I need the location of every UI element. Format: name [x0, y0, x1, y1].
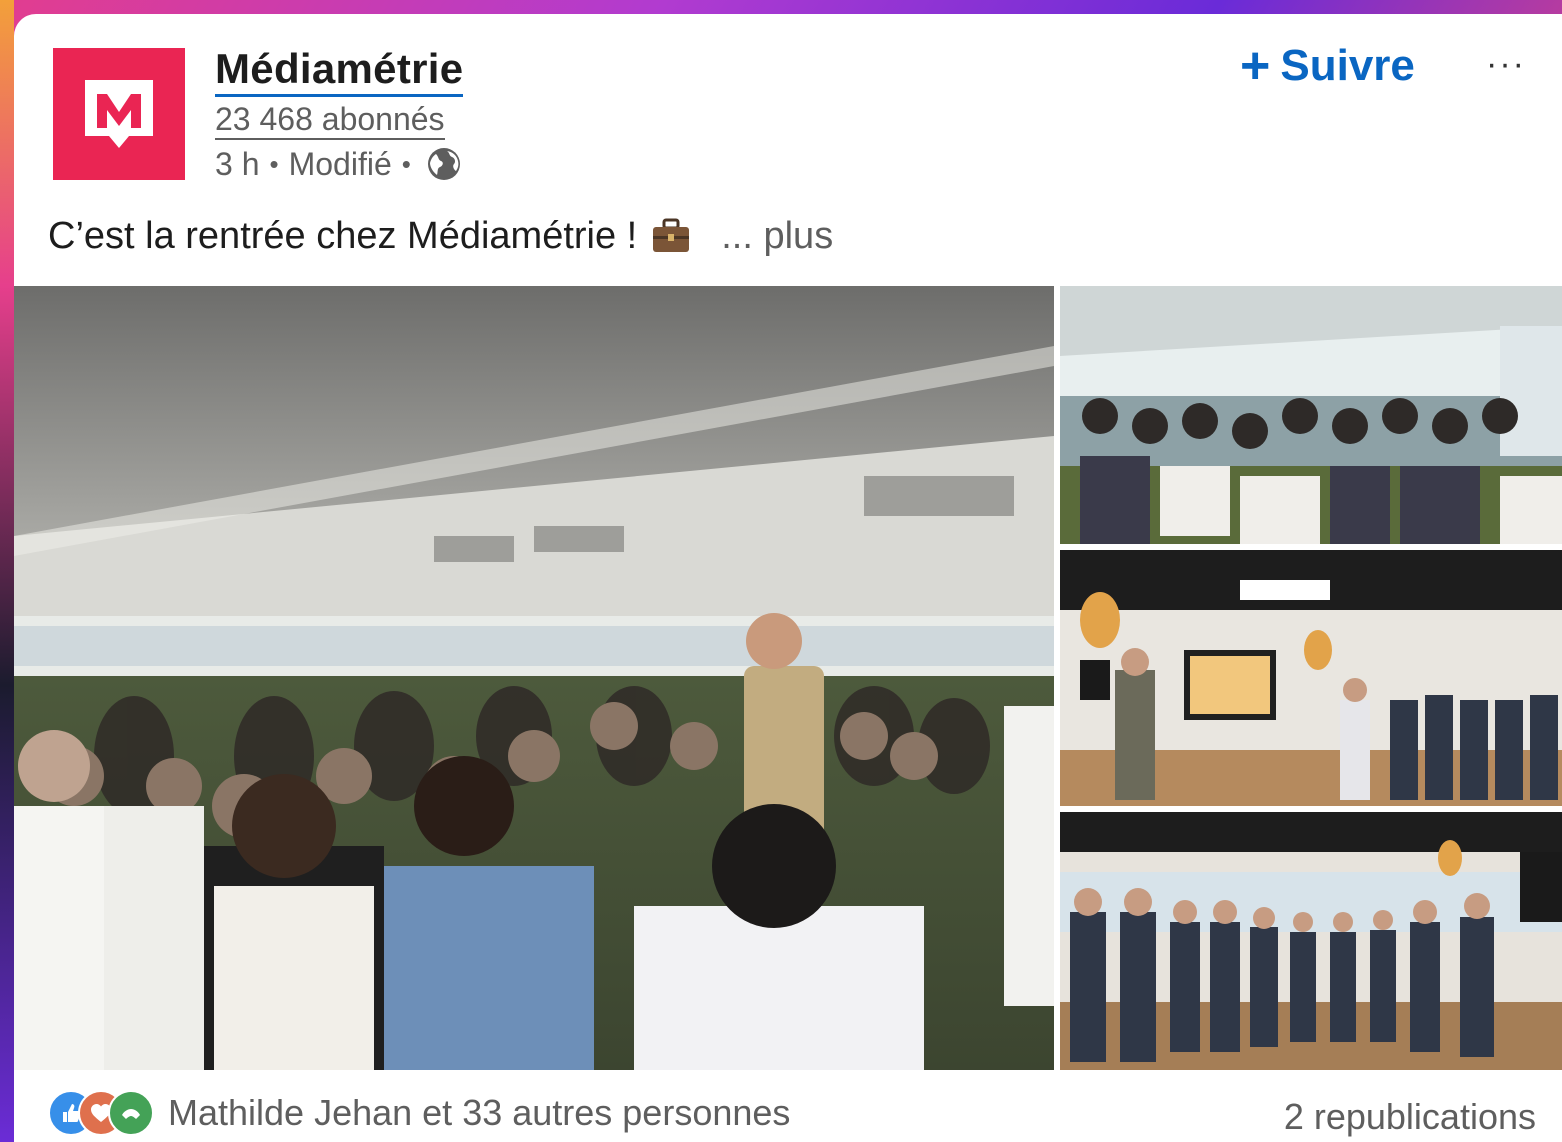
separator-dot: • [401, 149, 411, 179]
social-counts-bar: Mathilde Jehan et 33 autres personnes 2 … [14, 1070, 1562, 1142]
post-image-3[interactable] [1060, 812, 1562, 1070]
plus-icon: + [1240, 37, 1271, 95]
author-name[interactable]: Médiamétrie [215, 44, 464, 97]
see-more-link[interactable]: ... plus [721, 212, 833, 260]
follow-label: Suivre [1280, 41, 1415, 90]
photo-audience-main [14, 286, 1054, 1070]
reactions-text: Mathilde Jehan et 33 autres personnes [168, 1092, 791, 1133]
follow-button[interactable]: + Suivre [1240, 38, 1415, 94]
support-icon [108, 1090, 154, 1136]
briefcase-icon [653, 218, 690, 252]
post-meta: 3 h • Modifié • [215, 144, 463, 184]
photo-audience-seated [1060, 286, 1562, 544]
photo-standing-group [1060, 812, 1562, 1070]
reposts-count[interactable]: 2 republications [1284, 1096, 1536, 1138]
reaction-icons [48, 1090, 158, 1136]
mediametrie-logo-icon [85, 80, 153, 148]
reactions-summary[interactable]: Mathilde Jehan et 33 autres personnes [48, 1090, 790, 1136]
post-text: C’est la rentrée chez Médiamétrie ! ... … [48, 212, 833, 260]
photo-presenter-screen [1060, 550, 1562, 806]
follower-count[interactable]: 23 468 abonnés [215, 100, 445, 140]
edited-label: Modifié [288, 146, 392, 182]
background-left-strip [0, 0, 14, 1142]
separator-dot: • [269, 149, 279, 179]
post-card: Médiamétrie 23 468 abonnés 3 h • Modifié… [14, 14, 1562, 1142]
company-logo[interactable] [53, 48, 185, 180]
post-image-1[interactable] [1060, 286, 1562, 544]
post-time: 3 h [215, 146, 260, 182]
post-image-2[interactable] [1060, 550, 1562, 806]
globe-icon [427, 148, 460, 180]
post-text-content: C’est la rentrée chez Médiamétrie ! [48, 215, 638, 257]
more-options-button[interactable]: ··· [1478, 44, 1534, 84]
post-image-main[interactable] [14, 286, 1054, 1070]
